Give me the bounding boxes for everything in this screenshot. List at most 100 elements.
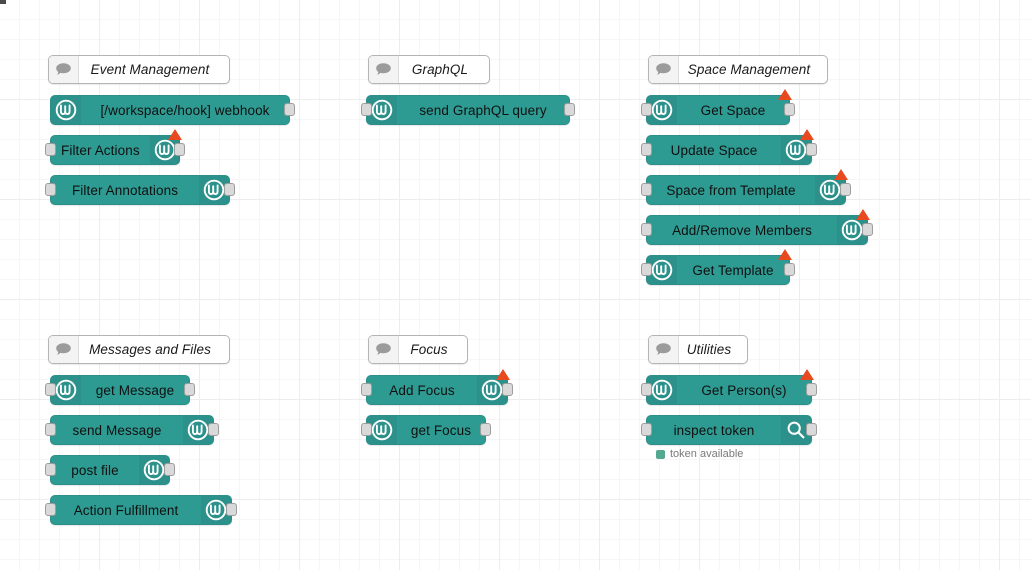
flow-node[interactable]: send GraphQL query xyxy=(361,95,575,125)
flow-node[interactable]: get Message xyxy=(45,375,195,405)
node-input-port[interactable] xyxy=(45,143,56,156)
flow-node[interactable]: Space from Template xyxy=(641,169,851,205)
node-input-port[interactable] xyxy=(641,183,652,196)
node-changed-badge-icon xyxy=(778,249,792,260)
comment-node-label: Utilities xyxy=(686,342,732,357)
flow-node-label: get Focus xyxy=(410,422,472,438)
comment-node-focus[interactable]: Focus xyxy=(368,335,468,364)
comment-icon xyxy=(375,342,392,357)
node-status-dot-icon xyxy=(656,449,665,459)
flow-node[interactable]: send Message xyxy=(45,415,219,445)
node-changed-badge-icon xyxy=(800,129,814,140)
node-input-port[interactable] xyxy=(641,223,652,236)
webex-icon xyxy=(785,139,807,161)
comment-node-label: Space Management xyxy=(687,62,811,77)
flow-node[interactable]: Get Person(s) xyxy=(641,369,817,405)
flow-node-label: Get Template xyxy=(692,262,774,278)
comment-icon xyxy=(375,62,392,77)
node-changed-badge-icon xyxy=(856,209,870,220)
node-output-port[interactable] xyxy=(164,463,175,476)
comment-node-label: Messages and Files xyxy=(89,342,211,357)
flow-node-label: post file xyxy=(71,462,119,478)
flow-node-icon-box xyxy=(51,96,81,124)
flow-node-label: Add Focus xyxy=(389,382,455,398)
comment-node-label: GraphQL xyxy=(411,62,469,77)
search-icon xyxy=(785,419,807,441)
node-output-port[interactable] xyxy=(208,423,219,436)
flow-node[interactable]: Filter Actions xyxy=(45,129,185,165)
flow-node-label: get Message xyxy=(95,382,175,398)
flow-node[interactable]: Add Focus xyxy=(361,369,513,405)
comment-node-icon-box xyxy=(49,336,79,363)
flow-node[interactable]: Action Fulfillment xyxy=(45,495,237,525)
flow-node-label: inspect token xyxy=(673,422,755,438)
flow-node-label: Get Person(s) xyxy=(701,382,787,398)
webex-icon xyxy=(371,419,393,441)
comment-icon xyxy=(55,342,72,357)
node-input-port[interactable] xyxy=(641,143,652,156)
comment-node-icon-box xyxy=(49,56,79,83)
webex-icon xyxy=(651,99,673,121)
node-output-port[interactable] xyxy=(184,383,195,396)
flow-node[interactable]: Filter Annotations xyxy=(45,175,235,205)
node-input-port[interactable] xyxy=(361,383,372,396)
node-input-port[interactable] xyxy=(45,503,56,516)
comment-node-event_management[interactable]: Event Management xyxy=(48,55,230,84)
node-output-port[interactable] xyxy=(564,103,575,116)
node-input-port[interactable] xyxy=(361,103,372,116)
webex-icon xyxy=(371,99,393,121)
node-output-port[interactable] xyxy=(502,383,513,396)
node-output-port[interactable] xyxy=(784,263,795,276)
node-output-port[interactable] xyxy=(284,103,295,116)
node-output-port[interactable] xyxy=(174,143,185,156)
flow-node[interactable]: post file xyxy=(45,455,175,485)
flow-node[interactable]: [/workspace/hook] webhook xyxy=(50,95,295,125)
flow-node-label: send GraphQL query xyxy=(419,102,547,118)
comment-node-icon-box xyxy=(649,56,679,83)
node-output-port[interactable] xyxy=(480,423,491,436)
node-status: token available xyxy=(656,448,743,460)
node-output-port[interactable] xyxy=(806,143,817,156)
comment-node-messages_and_files[interactable]: Messages and Files xyxy=(48,335,230,364)
flow-node-label: Get Space xyxy=(700,102,766,118)
node-changed-badge-icon xyxy=(778,89,792,100)
flow-node[interactable]: Add/Remove Members xyxy=(641,209,873,245)
flow-node-label: [/workspace/hook] webhook xyxy=(100,102,270,118)
webex-icon xyxy=(154,139,176,161)
node-output-port[interactable] xyxy=(806,383,817,396)
flow-node-label: send Message xyxy=(72,422,162,438)
node-output-port[interactable] xyxy=(806,423,817,436)
comment-node-label: Event Management xyxy=(90,62,210,77)
flow-node-label: Add/Remove Members xyxy=(672,222,812,238)
node-changed-badge-icon xyxy=(168,129,182,140)
flow-node[interactable]: Update Space xyxy=(641,129,817,165)
flow-node[interactable]: get Focus xyxy=(361,415,491,445)
node-input-port[interactable] xyxy=(45,463,56,476)
webex-icon xyxy=(203,179,225,201)
comment-node-space_management[interactable]: Space Management xyxy=(648,55,828,84)
node-input-port[interactable] xyxy=(361,423,372,436)
node-input-port[interactable] xyxy=(45,383,56,396)
webex-icon xyxy=(143,459,165,481)
node-input-port[interactable] xyxy=(641,383,652,396)
node-input-port[interactable] xyxy=(45,423,56,436)
comment-node-utilities[interactable]: Utilities xyxy=(648,335,748,364)
webex-icon xyxy=(205,499,227,521)
flow-canvas[interactable]: Event Management [/workspace/hook] webhoo… xyxy=(0,0,1031,570)
comment-node-icon-box xyxy=(369,56,399,83)
node-output-port[interactable] xyxy=(840,183,851,196)
node-input-port[interactable] xyxy=(45,183,56,196)
node-output-port[interactable] xyxy=(226,503,237,516)
flow-node[interactable]: Get Template xyxy=(641,249,795,285)
node-input-port[interactable] xyxy=(641,423,652,436)
node-status-text: token available xyxy=(670,448,744,460)
flow-node-label: Action Fulfillment xyxy=(73,502,179,518)
node-input-port[interactable] xyxy=(641,103,652,116)
comment-node-graphql[interactable]: GraphQL xyxy=(368,55,490,84)
node-input-port[interactable] xyxy=(641,263,652,276)
flow-node[interactable]: inspect token xyxy=(641,415,817,445)
node-output-port[interactable] xyxy=(862,223,873,236)
flow-node[interactable]: Get Space xyxy=(641,89,795,125)
node-output-port[interactable] xyxy=(224,183,235,196)
node-output-port[interactable] xyxy=(784,103,795,116)
